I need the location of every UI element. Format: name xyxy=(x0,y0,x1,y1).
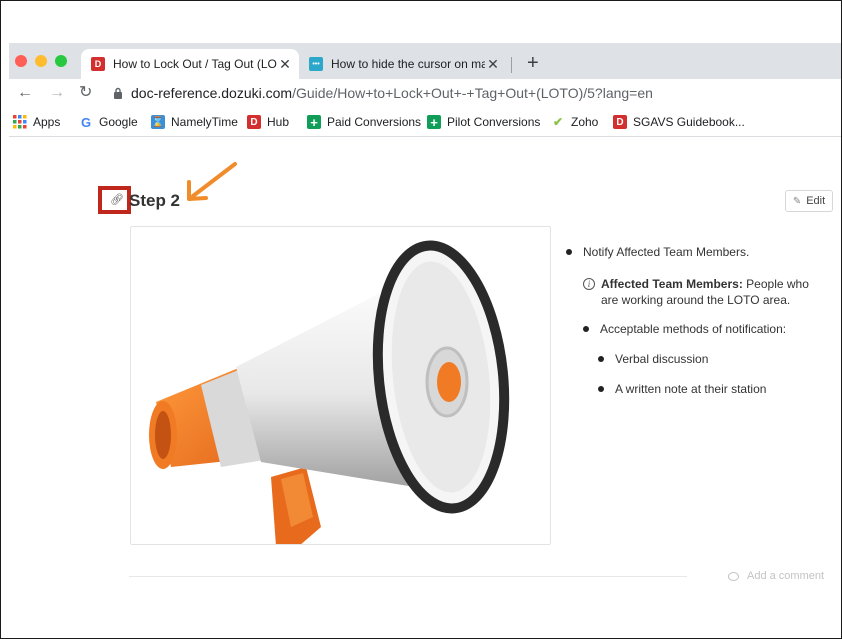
zoho-icon: ✔ xyxy=(552,115,564,129)
bullet-text: A written note at their station xyxy=(615,382,767,396)
step-image[interactable] xyxy=(130,226,551,545)
tab-title: How to hide the cursor on macO xyxy=(331,57,485,71)
pencil-icon: ✎ xyxy=(792,195,802,207)
bookmark-hub[interactable]: D Hub xyxy=(247,115,289,129)
close-window-button[interactable] xyxy=(15,55,27,67)
address-bar[interactable]: doc-reference.dozuki.com/Guide/How+to+Lo… xyxy=(131,83,653,103)
bookmark-paid-conversions[interactable]: + Paid Conversions xyxy=(307,115,422,130)
screenshot-frame: D How to Lock Out / Tag Out (LOTO ✕ ••• … xyxy=(0,0,842,639)
tab-loto-guide[interactable]: D How to Lock Out / Tag Out (LOTO ✕ xyxy=(81,49,299,79)
lock-icon xyxy=(114,87,122,99)
apps-grid-icon xyxy=(13,115,27,129)
list-item: Acceptable methods of notification: xyxy=(583,321,833,337)
add-comment-link[interactable]: Add a comment xyxy=(728,570,824,582)
bookmark-label: Hub xyxy=(267,115,290,129)
bookmark-label: Google xyxy=(99,115,138,129)
dozuki-icon: D xyxy=(91,57,105,71)
bullet-text: Verbal discussion xyxy=(615,352,709,366)
dozuki-icon: D xyxy=(247,115,261,129)
bookmark-sgavs-guidebook[interactable]: D SGAVS Guidebook... xyxy=(613,115,745,129)
meet-icon: ••• xyxy=(309,57,323,71)
bookmark-namelytime[interactable]: ⌛ NamelyTime xyxy=(151,115,238,129)
bookmark-google[interactable]: G Google xyxy=(79,114,138,130)
bookmark-label: NamelyTime xyxy=(171,115,238,129)
info-bold: Affected Team Members: xyxy=(601,277,743,291)
comment-icon xyxy=(728,571,739,581)
tab-title: How to Lock Out / Tag Out (LOTO xyxy=(113,57,277,71)
tab-hide-cursor[interactable]: ••• How to hide the cursor on macO ✕ xyxy=(299,49,507,79)
browser-toolbar: ← → ↻ doc-reference.dozuki.com/Guide/How… xyxy=(9,79,841,109)
comment-label: Add a comment xyxy=(747,570,825,582)
sheets-icon: + xyxy=(307,115,321,130)
edit-label: Edit xyxy=(806,195,826,207)
info-text: Affected Team Members: People who are wo… xyxy=(601,276,828,308)
dozuki-icon: D xyxy=(613,115,627,129)
link-icon: 🔗︎ xyxy=(110,194,124,206)
info-icon: i xyxy=(583,278,595,290)
edit-button[interactable]: ✎ Edit xyxy=(785,190,833,212)
url-path: /Guide/How+to+Lock+Out+-+Tag+Out+(LOTO)/… xyxy=(292,85,653,101)
bookmark-pilot-conversions[interactable]: + Pilot Conversions xyxy=(427,115,541,130)
comment-divider xyxy=(129,576,687,577)
tab-separator xyxy=(511,57,512,73)
step-title: Step 2 xyxy=(129,191,181,210)
step-anchor-highlight[interactable]: 🔗︎ xyxy=(98,186,131,214)
bullet-dot xyxy=(583,326,589,332)
list-item: Verbal discussion xyxy=(598,351,828,367)
bookmark-apps[interactable]: Apps xyxy=(13,115,60,129)
google-icon: G xyxy=(80,114,92,130)
bullet-text: Notify Affected Team Members. xyxy=(583,245,750,259)
bullet-text: Acceptable methods of notification: xyxy=(600,322,787,336)
bookmarks-bar: Apps G Google ⌛ NamelyTime D Hub + Paid … xyxy=(9,109,841,137)
zoom-window-button[interactable] xyxy=(55,55,67,67)
close-icon[interactable]: ✕ xyxy=(277,56,293,73)
bookmark-label: Zoho xyxy=(571,115,599,129)
tab-strip: D How to Lock Out / Tag Out (LOTO ✕ ••• … xyxy=(9,43,841,79)
close-icon[interactable]: ✕ xyxy=(485,56,501,73)
bookmark-label: SGAVS Guidebook... xyxy=(633,115,745,129)
list-item-info: i Affected Team Members: People who are … xyxy=(583,276,828,308)
megaphone-image xyxy=(149,240,510,544)
bookmark-label: Paid Conversions xyxy=(327,115,422,129)
minimize-window-button[interactable] xyxy=(35,55,47,67)
bookmark-label: Pilot Conversions xyxy=(447,115,541,129)
forward-button[interactable]: → xyxy=(49,83,65,103)
bookmark-zoho[interactable]: ✔ Zoho xyxy=(551,115,598,129)
sheets-icon: + xyxy=(427,115,441,130)
list-item: Notify Affected Team Members. xyxy=(566,244,836,260)
list-item: A written note at their station xyxy=(598,381,828,397)
namelytime-icon: ⌛ xyxy=(151,115,165,129)
new-tab-button[interactable]: + xyxy=(527,51,539,75)
bullet-dot xyxy=(598,356,604,362)
reload-button[interactable]: ↻ xyxy=(79,83,92,103)
bullet-dot xyxy=(598,386,604,392)
bookmark-label: Apps xyxy=(33,115,61,129)
back-button[interactable]: ← xyxy=(17,83,33,103)
annotation-arrow xyxy=(187,162,237,201)
bullet-dot xyxy=(566,249,572,255)
url-host: doc-reference.dozuki.com xyxy=(131,85,293,101)
